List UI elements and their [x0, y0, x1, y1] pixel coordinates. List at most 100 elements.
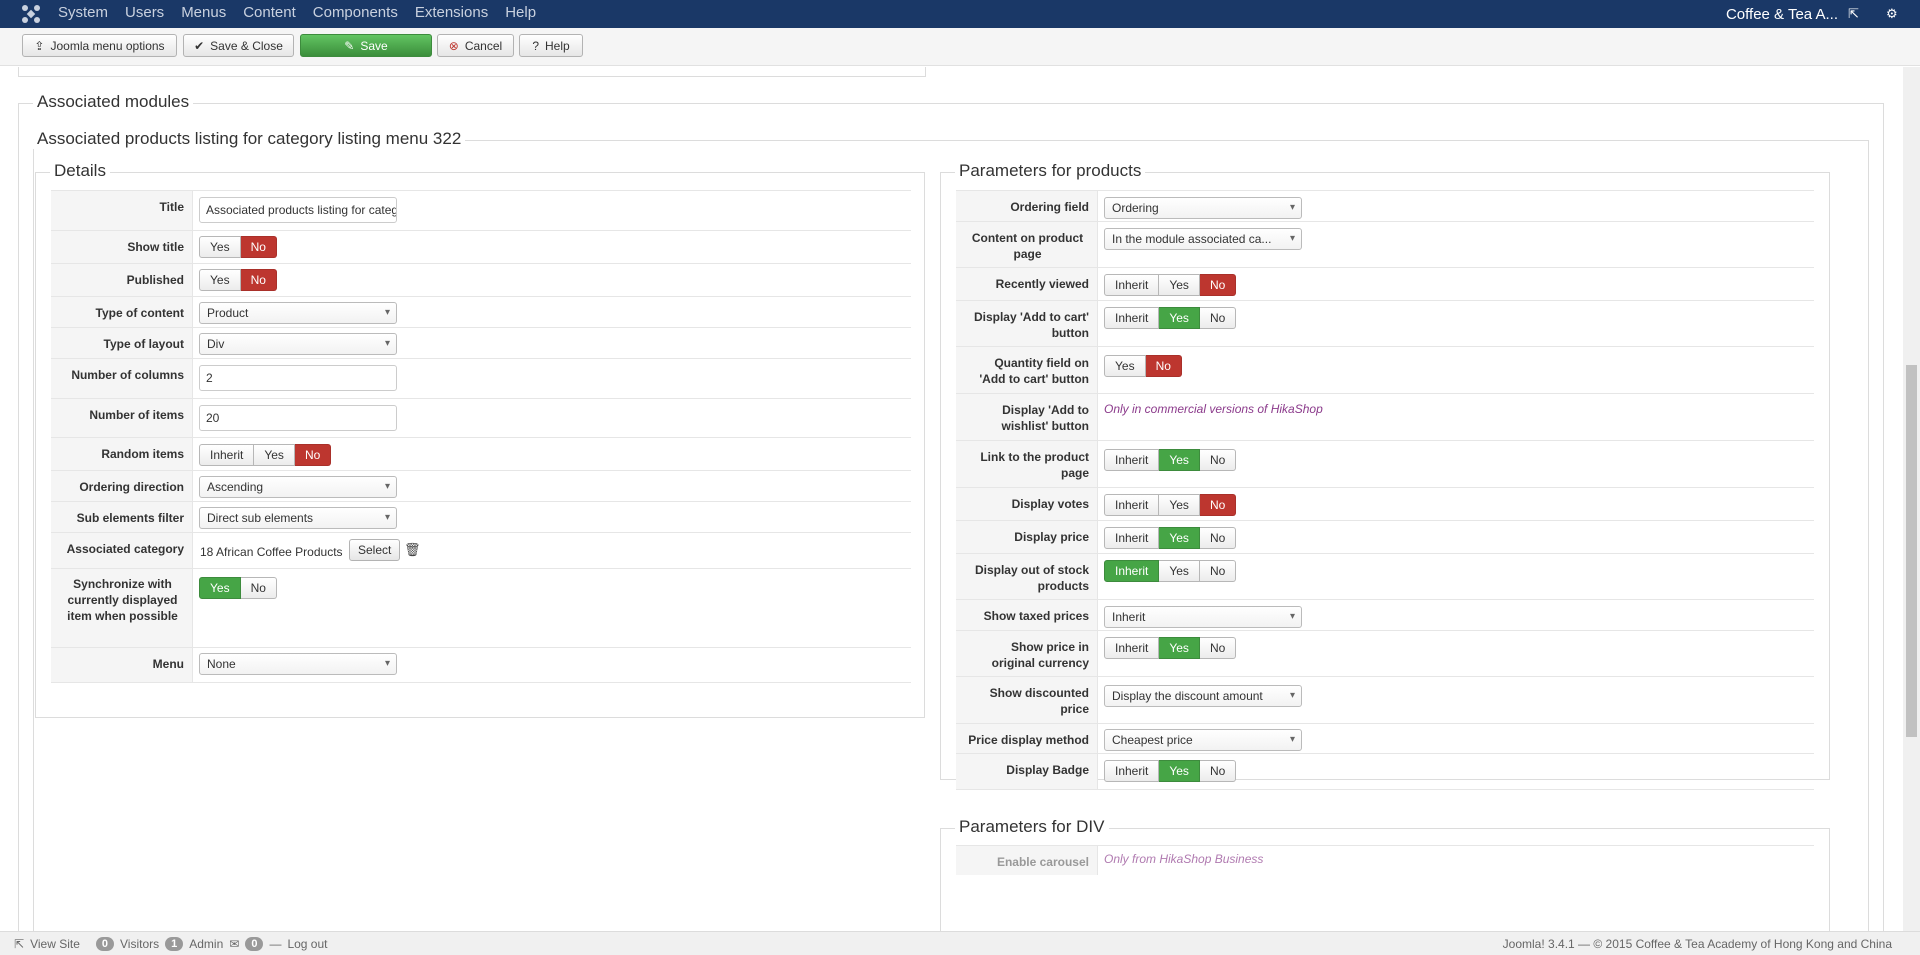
- row-price: Display price Inherit Yes No: [956, 520, 1814, 553]
- price-inherit[interactable]: Inherit: [1104, 527, 1160, 549]
- votes-inherit[interactable]: Inherit: [1104, 494, 1160, 516]
- content-page-label: Content on product page: [956, 222, 1098, 267]
- menu-system[interactable]: System: [58, 0, 117, 28]
- row-out-of-stock: Display out of stock products Inherit Ye…: [956, 553, 1814, 599]
- help-icon: ?: [532, 38, 539, 53]
- menu-select[interactable]: None: [199, 653, 397, 675]
- badge-yes[interactable]: Yes: [1159, 760, 1200, 782]
- columns-input[interactable]: 2: [199, 365, 397, 391]
- admin-badge: 1: [165, 937, 184, 951]
- badge-inherit[interactable]: Inherit: [1104, 760, 1160, 782]
- external-link-icon[interactable]: ⇱: [1848, 7, 1862, 21]
- cancel-button[interactable]: ⊗ Cancel: [437, 34, 514, 57]
- show-title-toggle: Yes No: [199, 236, 277, 258]
- original-currency-inherit[interactable]: Inherit: [1104, 637, 1160, 659]
- content-area[interactable]: Associated modules Associated products l…: [0, 67, 1920, 931]
- original-currency-no[interactable]: No: [1199, 637, 1237, 659]
- random-inherit[interactable]: Inherit: [199, 444, 255, 466]
- view-site-link[interactable]: View Site: [30, 937, 80, 951]
- show-title-label: Show title: [51, 231, 193, 263]
- original-currency-yes[interactable]: Yes: [1159, 637, 1200, 659]
- joomla-menu-options-button[interactable]: ⇪ Joomla menu options: [22, 34, 177, 57]
- link-product-no[interactable]: No: [1199, 449, 1237, 471]
- save-close-button[interactable]: ✔ Save & Close: [183, 34, 294, 57]
- taxed-select[interactable]: Inherit: [1104, 606, 1302, 628]
- title-input[interactable]: Associated products listing for category…: [199, 197, 397, 223]
- published-yes[interactable]: Yes: [199, 269, 241, 291]
- menu-menus[interactable]: Menus: [181, 0, 235, 28]
- check-icon: ✔: [194, 38, 205, 53]
- select-category-button[interactable]: Select: [349, 539, 401, 561]
- visitors-badge: 0: [95, 937, 114, 951]
- add-to-cart-yes[interactable]: Yes: [1159, 307, 1200, 329]
- row-content-page: Content on product page In the module as…: [956, 221, 1814, 267]
- menu-extensions[interactable]: Extensions: [415, 0, 497, 28]
- show-title-no[interactable]: No: [240, 236, 277, 258]
- menu-help[interactable]: Help: [505, 0, 545, 28]
- discounted-select[interactable]: Display the discount amount: [1104, 685, 1302, 707]
- synchronize-yes[interactable]: Yes: [199, 577, 241, 599]
- carousel-note: Only from HikaShop Business: [1104, 852, 1264, 866]
- type-content-select[interactable]: Product: [199, 302, 397, 324]
- quantity-field-yes[interactable]: Yes: [1104, 355, 1146, 377]
- link-product-inherit[interactable]: Inherit: [1104, 449, 1160, 471]
- votes-no[interactable]: No: [1199, 494, 1237, 516]
- menu-components[interactable]: Components: [313, 0, 407, 28]
- logout-link[interactable]: Log out: [287, 937, 327, 951]
- random-yes[interactable]: Yes: [254, 444, 295, 466]
- row-title: Title Associated products listing for ca…: [51, 190, 911, 230]
- random-label: Random items: [51, 438, 193, 470]
- row-recently-viewed: Recently viewed Inherit Yes No: [956, 267, 1814, 300]
- recently-viewed-inherit[interactable]: Inherit: [1104, 274, 1160, 296]
- row-columns: Number of columns 2: [51, 358, 911, 398]
- external-link-icon: ⇱: [14, 937, 25, 951]
- badge-no[interactable]: No: [1199, 760, 1237, 782]
- add-to-cart-no[interactable]: No: [1199, 307, 1237, 329]
- gear-icon[interactable]: ⚙: [1886, 7, 1900, 21]
- row-ordering-direction: Ordering direction Ascending: [51, 470, 911, 501]
- out-of-stock-inherit[interactable]: Inherit: [1104, 560, 1160, 582]
- price-yes[interactable]: Yes: [1159, 527, 1200, 549]
- wishlist-note: Only in commercial versions of HikaShop: [1104, 402, 1323, 416]
- link-product-yes[interactable]: Yes: [1159, 449, 1200, 471]
- site-name-link[interactable]: Coffee & Tea A...: [1726, 6, 1838, 23]
- ordering-field-select[interactable]: Ordering: [1104, 197, 1302, 219]
- content-page-select[interactable]: In the module associated ca...: [1104, 228, 1302, 250]
- votes-yes[interactable]: Yes: [1159, 494, 1200, 516]
- out-of-stock-yes[interactable]: Yes: [1159, 560, 1200, 582]
- add-to-cart-toggle: Inherit Yes No: [1104, 307, 1237, 329]
- messages-badge[interactable]: 0: [245, 937, 264, 951]
- type-layout-select[interactable]: Div: [199, 333, 397, 355]
- sub-filter-select[interactable]: Direct sub elements: [199, 507, 397, 529]
- trash-icon[interactable]: 🗑: [404, 542, 421, 558]
- menu-users[interactable]: Users: [125, 0, 173, 28]
- scrollbar-thumb[interactable]: [1906, 365, 1917, 737]
- quantity-field-no[interactable]: No: [1145, 355, 1182, 377]
- random-no[interactable]: No: [294, 444, 332, 466]
- previous-fieldset: [18, 67, 926, 77]
- help-button[interactable]: ? Help: [519, 34, 583, 57]
- recently-viewed-no[interactable]: No: [1199, 274, 1237, 296]
- vertical-scrollbar[interactable]: [1903, 67, 1920, 931]
- show-title-yes[interactable]: Yes: [199, 236, 241, 258]
- synchronize-no[interactable]: No: [240, 577, 277, 599]
- status-bar: ⇱ View Site 0 Visitors 1 Admin ✉ 0 — Log…: [0, 931, 1920, 955]
- row-quantity-field: Quantity field on 'Add to cart' button Y…: [956, 346, 1814, 393]
- save-button[interactable]: ✎ Save: [300, 34, 432, 57]
- recently-viewed-label: Recently viewed: [956, 268, 1098, 300]
- joomla-logo-icon[interactable]: [20, 3, 42, 25]
- row-published: Published Yes No: [51, 263, 911, 296]
- out-of-stock-no[interactable]: No: [1199, 560, 1237, 582]
- items-input[interactable]: 20: [199, 405, 397, 431]
- discounted-label: Show discounted price: [956, 677, 1098, 723]
- price-method-select[interactable]: Cheapest price: [1104, 729, 1302, 751]
- price-no[interactable]: No: [1199, 527, 1237, 549]
- ordering-direction-select[interactable]: Ascending: [199, 476, 397, 498]
- row-original-currency: Show price in original currency Inherit …: [956, 630, 1814, 676]
- recently-viewed-yes[interactable]: Yes: [1159, 274, 1200, 296]
- published-no[interactable]: No: [240, 269, 277, 291]
- type-content-label: Type of content: [51, 297, 193, 327]
- add-to-cart-inherit[interactable]: Inherit: [1104, 307, 1160, 329]
- menu-content[interactable]: Content: [243, 0, 305, 28]
- synchronize-label: Synchronize with currently displayed ite…: [51, 569, 193, 647]
